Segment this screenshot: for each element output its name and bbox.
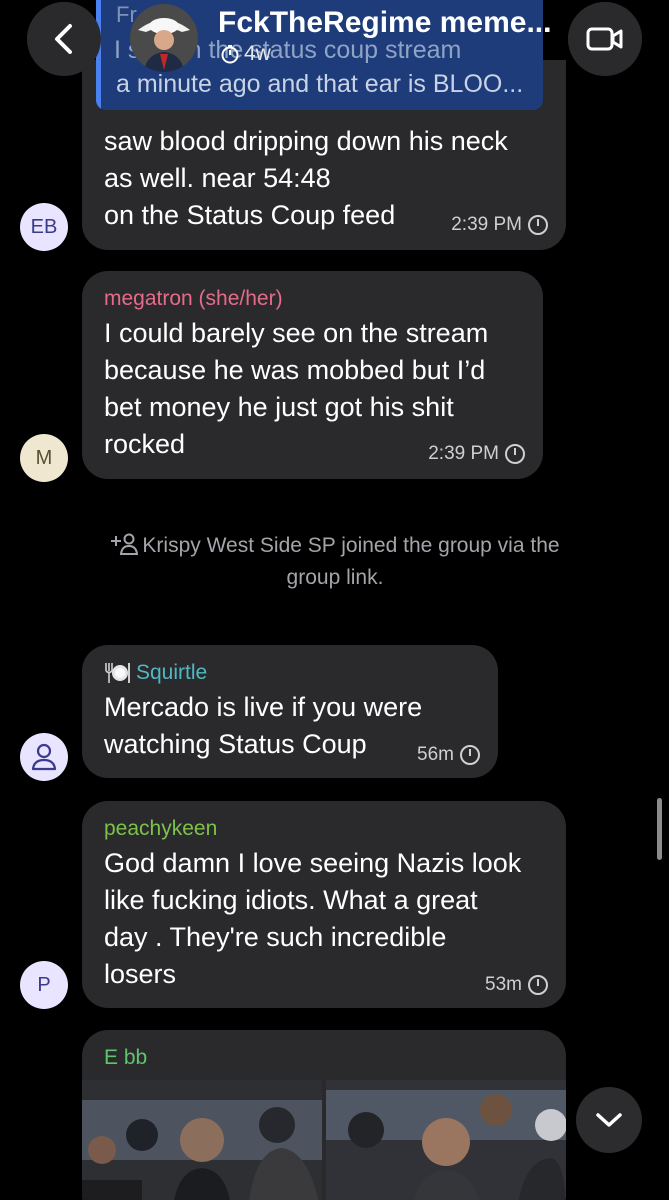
message-text: God damn I love seeing Nazis look like f… xyxy=(104,848,522,989)
quoted-text-line-2: a minute ago and that ear is BLOO... xyxy=(116,70,524,98)
avatar[interactable]: P xyxy=(20,961,68,1009)
timer-icon xyxy=(528,215,548,235)
message-bubble[interactable]: E bb xyxy=(82,1030,566,1200)
scroll-down-chevron-icon xyxy=(596,1113,622,1127)
avatar[interactable] xyxy=(20,733,68,781)
sender-row[interactable]: Squirtle xyxy=(104,660,207,686)
sender-name[interactable]: Squirtle xyxy=(136,660,207,686)
message-time: 2:39 PM xyxy=(428,443,499,464)
sender-name[interactable]: peachykeen xyxy=(104,816,217,842)
message-bubble[interactable]: peachykeen God damn I love seeing Nazis … xyxy=(82,801,566,1008)
message-text: Mercado is live if you were watching Sta… xyxy=(104,692,423,759)
message-time: 53m xyxy=(485,974,522,995)
system-message-text: Krispy West Side SP joined the group via… xyxy=(142,534,560,589)
group-avatar-overlay xyxy=(130,4,198,72)
scrollbar[interactable] xyxy=(657,798,662,860)
video-call-button-overlay[interactable] xyxy=(568,2,642,76)
message-text: I could barely see on the stream because… xyxy=(104,318,489,459)
message-time: 56m xyxy=(417,744,454,765)
message-time: 2:39 PM xyxy=(451,214,522,235)
message-bubble[interactable]: megatron (she/her) I could barely see on… xyxy=(82,271,543,479)
timer-icon xyxy=(528,975,548,995)
add-person-icon xyxy=(111,533,139,555)
message-meta: 2:39 PM xyxy=(451,214,548,236)
back-chevron-icon xyxy=(55,24,72,54)
avatar[interactable]: EB xyxy=(20,203,68,251)
timer-label: 4w xyxy=(244,42,271,65)
attached-photo[interactable] xyxy=(82,1080,322,1200)
message-meta: 2:39 PM xyxy=(428,443,525,465)
timer-icon xyxy=(460,745,480,765)
avatar[interactable]: M xyxy=(20,434,68,482)
timer-icon xyxy=(221,45,239,64)
sender-name[interactable]: megatron (she/her) xyxy=(104,286,283,312)
timer-icon xyxy=(505,444,525,464)
system-message: Krispy West Side SP joined the group via… xyxy=(60,530,610,594)
group-title-overlay: FckTheRegime meme... xyxy=(218,6,552,39)
message-text: saw blood dripping down his neck as well… xyxy=(104,126,508,230)
disappearing-timer-overlay: 4w xyxy=(220,42,271,66)
plate-icon xyxy=(105,663,130,683)
message-bubble[interactable]: Squirtle Mercado is live if you were wat… xyxy=(82,645,498,778)
message-meta: 56m xyxy=(417,744,480,766)
video-call-icon xyxy=(586,27,623,51)
sender-name[interactable]: E bb xyxy=(104,1045,147,1071)
person-icon xyxy=(31,743,57,771)
scroll-down-button[interactable] xyxy=(576,1087,642,1153)
attached-photo[interactable] xyxy=(326,1080,566,1200)
message-meta: 53m xyxy=(485,974,548,996)
back-button-overlay[interactable] xyxy=(27,2,101,76)
